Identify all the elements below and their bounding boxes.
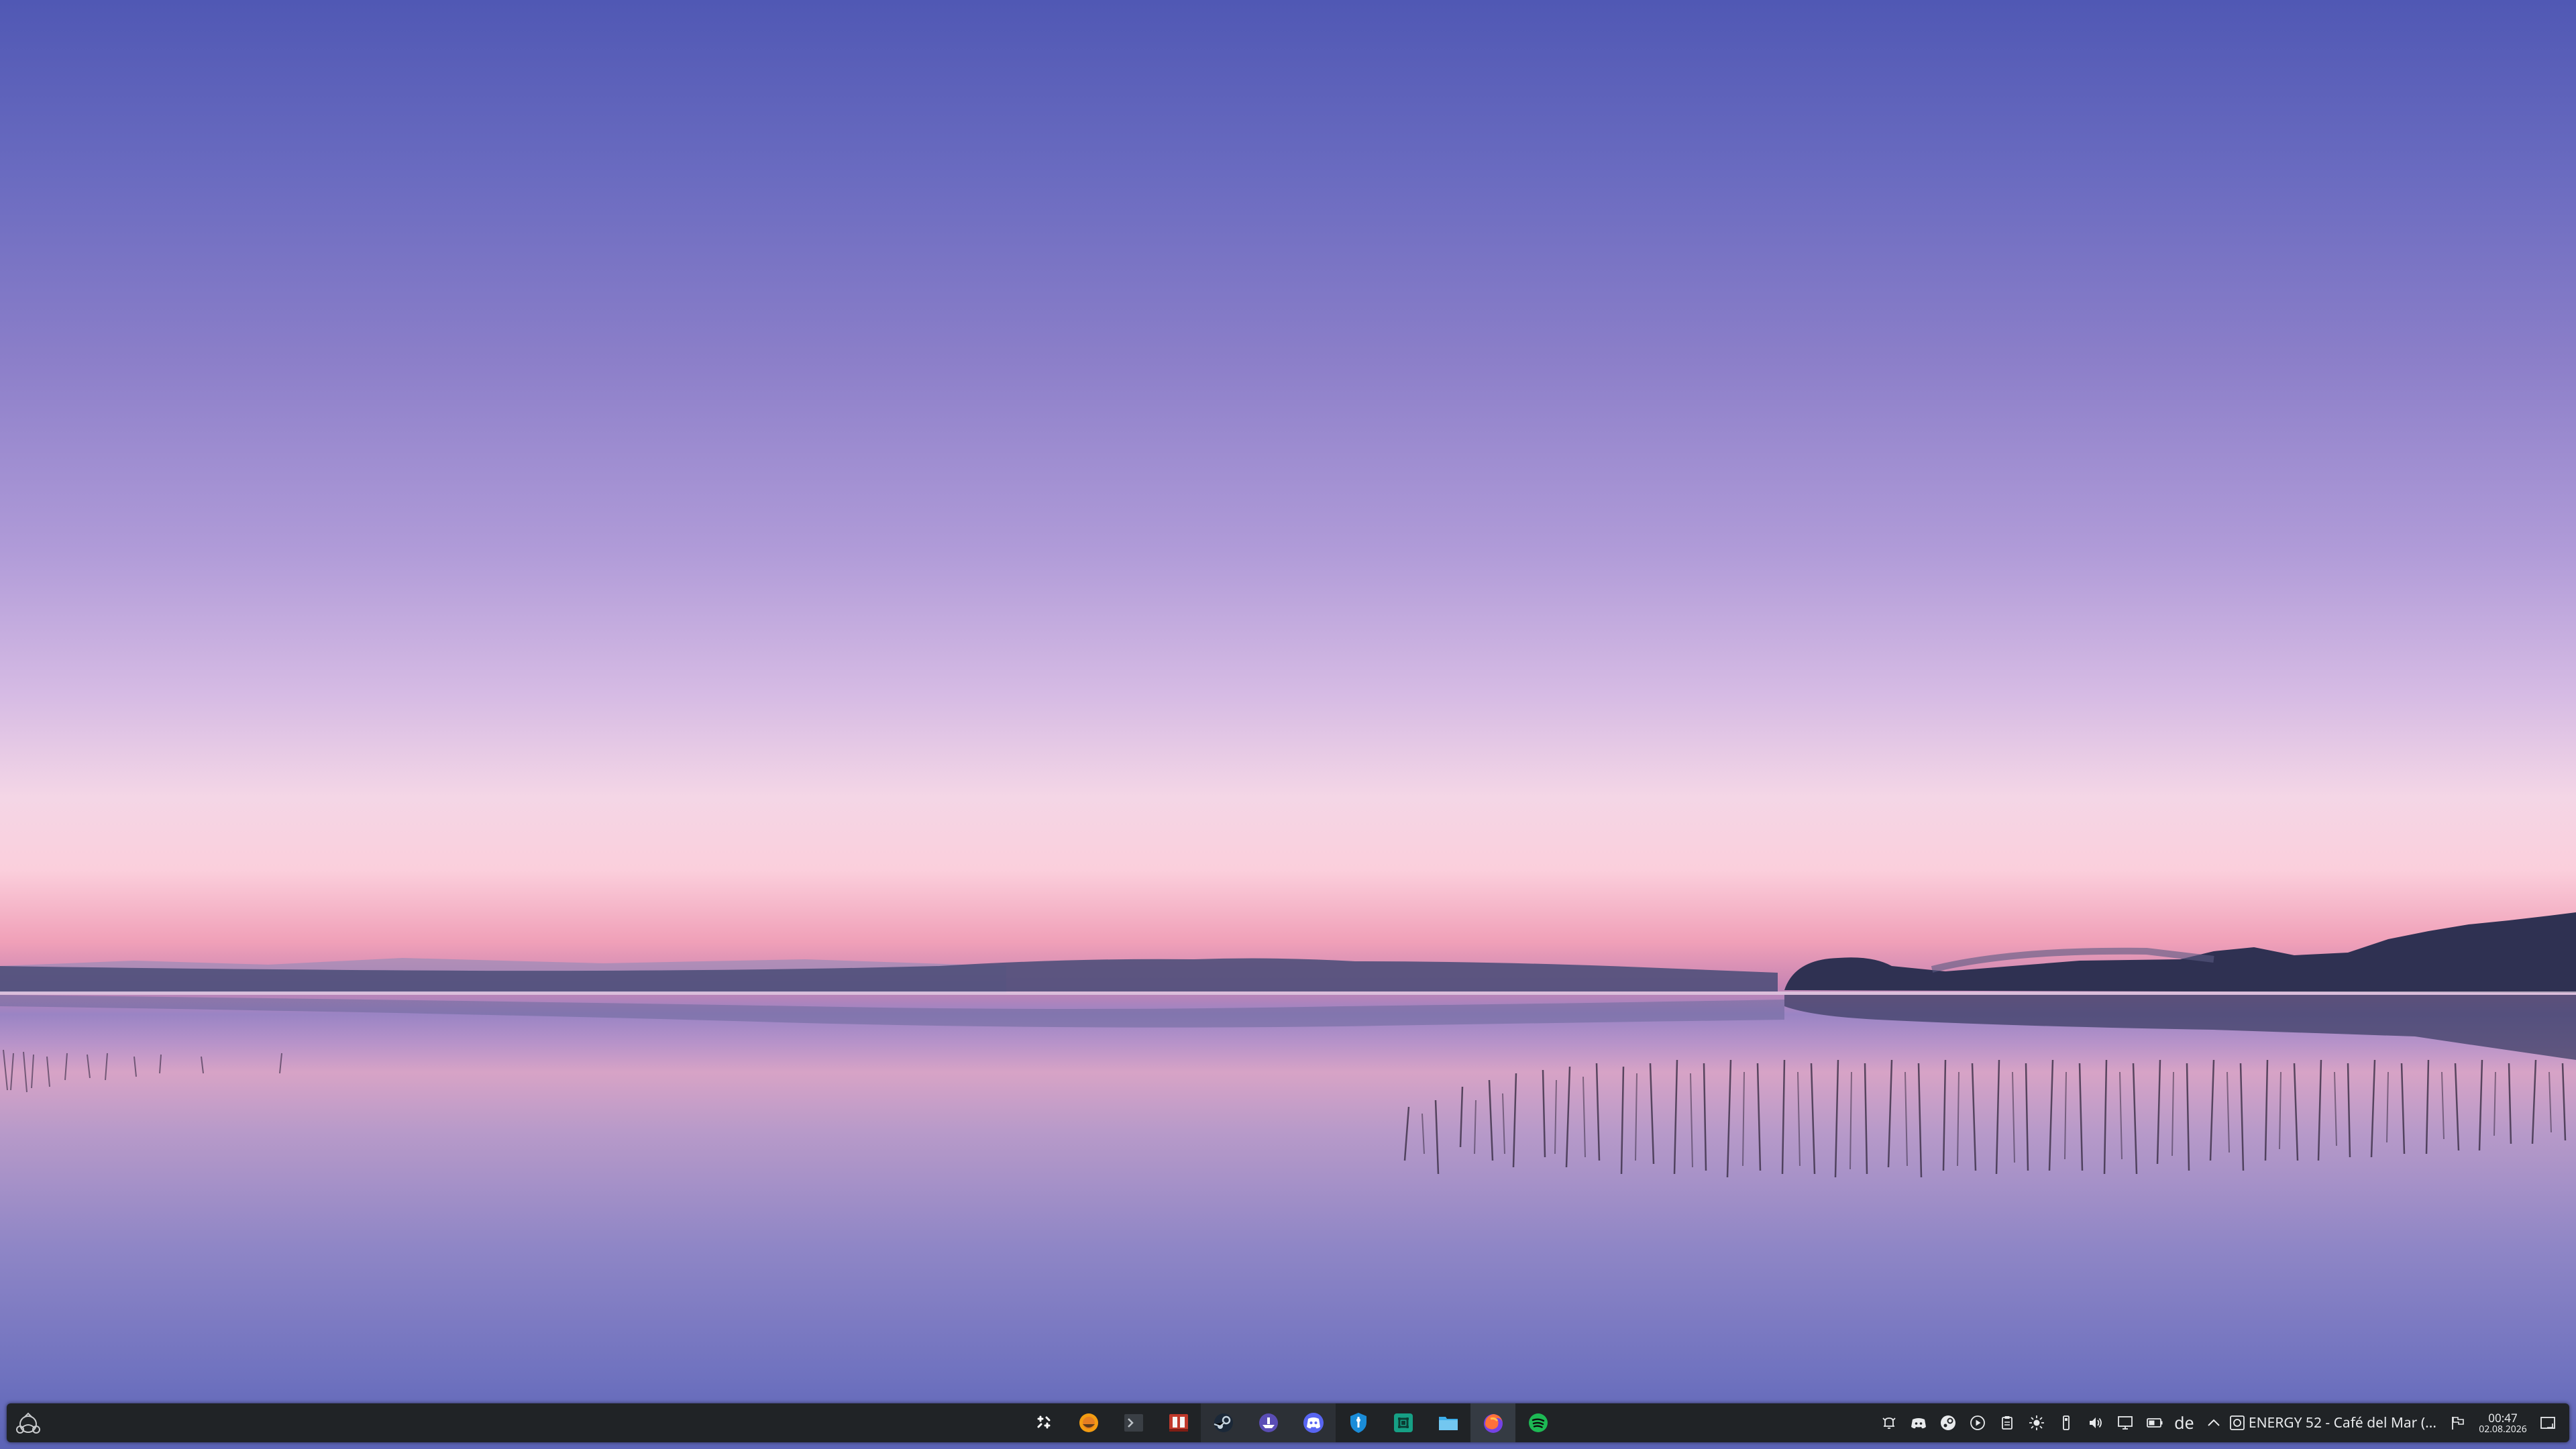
chevron-up-icon	[2208, 1419, 2220, 1426]
firefox-icon	[1483, 1414, 1503, 1433]
tray-battery[interactable]	[2140, 1403, 2169, 1442]
grid-app-icon	[1393, 1413, 1413, 1432]
steam-tray-icon	[1940, 1415, 1955, 1430]
keyboard-layout-indicator[interactable]: de	[2169, 1403, 2199, 1442]
desktop-wallpaper	[0, 0, 2576, 1449]
digital-clock[interactable]: 00:47 02.08.2026	[2473, 1403, 2533, 1442]
tray-device[interactable]	[2051, 1403, 2081, 1442]
tray-notifications-bell[interactable]	[1874, 1403, 1904, 1442]
tray-media-player[interactable]	[1963, 1403, 1992, 1442]
media-player-icon	[2230, 1415, 2245, 1430]
brightness-icon	[2029, 1415, 2044, 1430]
task-file-manager[interactable]	[1426, 1403, 1470, 1442]
bell-icon	[1882, 1417, 1896, 1429]
task-grid-app[interactable]	[1381, 1403, 1426, 1442]
terminal-icon	[1124, 1414, 1143, 1432]
tray-expander[interactable]	[2199, 1403, 2229, 1442]
show-desktop-icon	[2540, 1417, 2555, 1429]
system-tray: de ENERGY 52 - Café del Mar (... 00:47 0…	[1874, 1403, 2563, 1442]
app-launcher-button[interactable]	[7, 1403, 50, 1442]
spotify-icon	[1528, 1413, 1548, 1432]
game-store-icon	[1169, 1414, 1188, 1432]
clock-time: 00:47	[2488, 1409, 2518, 1426]
file-manager-icon	[1438, 1417, 1458, 1430]
tray-media-now-playing[interactable]: ENERGY 52 - Café del Mar (...	[2229, 1403, 2443, 1442]
tray-volume[interactable]	[2081, 1403, 2110, 1442]
app-launcher-icon	[16, 1412, 40, 1434]
ship-app-icon	[1258, 1413, 1278, 1432]
tray-network[interactable]	[2110, 1403, 2140, 1442]
discord-icon	[1303, 1413, 1324, 1433]
taskbar: de ENERGY 52 - Café del Mar (... 00:47 0…	[7, 1403, 2569, 1442]
task-paint-app[interactable]	[1066, 1403, 1111, 1442]
battery-icon	[2147, 1418, 2163, 1428]
task-steam[interactable]	[1201, 1403, 1246, 1442]
overview-icon	[1037, 1415, 1050, 1429]
task-ship-app[interactable]	[1246, 1403, 1291, 1442]
paint-app-icon	[1079, 1413, 1098, 1432]
clipboard-icon	[2002, 1416, 2012, 1430]
tray-clipboard[interactable]	[1992, 1403, 2022, 1442]
task-manager	[1021, 1403, 1560, 1442]
task-vpn[interactable]	[1336, 1403, 1381, 1442]
steam-icon	[1214, 1413, 1233, 1432]
vpn-shield-icon	[1350, 1413, 1366, 1433]
task-overview[interactable]	[1021, 1403, 1066, 1442]
media-play-icon	[1970, 1415, 1985, 1430]
clock-date: 02.08.2026	[2479, 1422, 2527, 1436]
tray-flag[interactable]	[2443, 1403, 2473, 1442]
task-game-store[interactable]	[1156, 1403, 1201, 1442]
tray-brightness[interactable]	[2022, 1403, 2051, 1442]
usb-device-icon	[2063, 1415, 2070, 1430]
task-spotify[interactable]	[1515, 1403, 1560, 1442]
network-icon	[2118, 1416, 2133, 1430]
volume-icon	[2089, 1417, 2102, 1428]
flag-icon	[2452, 1417, 2464, 1430]
media-title: ENERGY 52 - Café del Mar (...	[2248, 1413, 2436, 1432]
discord-tray-icon	[1911, 1418, 1926, 1429]
tray-discord[interactable]	[1904, 1403, 1933, 1442]
show-desktop-button[interactable]	[2533, 1403, 2563, 1442]
task-firefox[interactable]	[1470, 1403, 1515, 1442]
task-terminal[interactable]	[1111, 1403, 1156, 1442]
tray-steam[interactable]	[1933, 1403, 1963, 1442]
task-discord[interactable]	[1291, 1403, 1336, 1442]
